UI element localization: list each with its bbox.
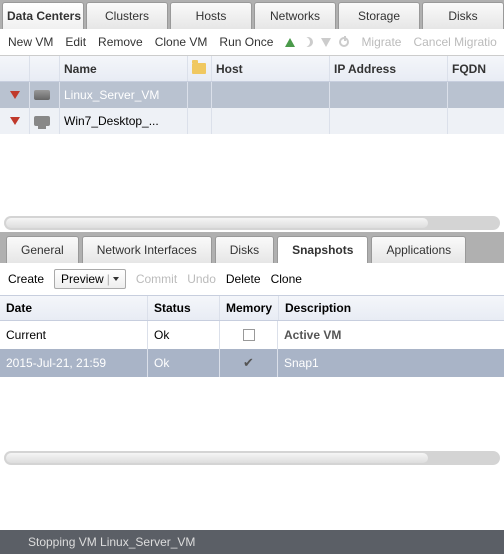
col-name[interactable]: Name <box>60 56 188 81</box>
tab-disks-detail[interactable]: Disks <box>215 236 274 263</box>
poweroff-icon <box>339 37 349 47</box>
desktop-icon <box>34 116 50 126</box>
snapshot-grid-header: Date Status Memory Description <box>0 295 504 321</box>
col-host[interactable]: Host <box>212 56 330 81</box>
col-ip[interactable]: IP Address <box>330 56 448 81</box>
horizontal-scrollbar[interactable] <box>4 216 500 230</box>
top-tabs: Data Centers Clusters Hosts Networks Sto… <box>0 0 504 29</box>
edit-button[interactable]: Edit <box>65 35 86 49</box>
vm-grid-header: Name Host IP Address FQDN <box>0 56 504 82</box>
server-icon <box>34 90 50 100</box>
tab-clusters[interactable]: Clusters <box>86 2 168 29</box>
memory-checkbox <box>243 329 255 341</box>
vm-grid: Linux_Server_VM Win7_Desktop_... <box>0 82 504 214</box>
col-description[interactable]: Description <box>279 296 504 320</box>
clone-vm-button[interactable]: Clone VM <box>155 35 208 49</box>
snapshot-row[interactable]: Current Ok Active VM <box>0 321 504 349</box>
tab-general[interactable]: General <box>6 236 79 263</box>
tab-hosts[interactable]: Hosts <box>170 2 252 29</box>
undo-button: Undo <box>187 272 216 286</box>
folder-icon <box>192 63 206 74</box>
cancel-migration-button: Cancel Migratio <box>413 35 496 49</box>
preview-snapshot-button[interactable]: Preview | <box>54 269 126 289</box>
tab-applications[interactable]: Applications <box>371 236 466 263</box>
col-fqdn[interactable]: FQDN <box>448 56 504 81</box>
tab-networks[interactable]: Networks <box>254 2 336 29</box>
tab-network-interfaces[interactable]: Network Interfaces <box>82 236 212 263</box>
snapshot-grid: Current Ok Active VM 2015-Jul-21, 21:59 … <box>0 321 504 451</box>
remove-button[interactable]: Remove <box>98 35 143 49</box>
snapshot-toolbar: Create Preview | Commit Undo Delete Clon… <box>0 263 504 295</box>
vm-row[interactable]: Linux_Server_VM <box>0 82 504 108</box>
tab-storage[interactable]: Storage <box>338 2 420 29</box>
run-icon[interactable] <box>285 38 295 47</box>
status-bar: Stopping VM Linux_Server_VM <box>0 530 504 554</box>
tab-disks[interactable]: Disks <box>422 2 504 29</box>
detail-tabs: General Network Interfaces Disks Snapsho… <box>6 236 504 263</box>
migrate-button: Migrate <box>361 35 401 49</box>
commit-button: Commit <box>136 272 177 286</box>
suspend-icon <box>303 37 313 47</box>
shutdown-icon <box>321 38 331 47</box>
clone-snapshot-button[interactable]: Clone <box>271 272 302 286</box>
tab-snapshots[interactable]: Snapshots <box>277 236 368 263</box>
col-status[interactable]: Status <box>148 296 220 320</box>
new-vm-button[interactable]: New VM <box>8 35 53 49</box>
run-once-button[interactable]: Run Once <box>219 35 273 49</box>
vm-name: Win7_Desktop_... <box>60 108 188 134</box>
col-memory[interactable]: Memory <box>220 296 279 320</box>
status-down-icon <box>10 117 20 125</box>
col-date[interactable]: Date <box>0 296 148 320</box>
delete-snapshot-button[interactable]: Delete <box>226 272 261 286</box>
status-down-icon <box>10 91 20 99</box>
create-snapshot-button[interactable]: Create <box>8 272 44 286</box>
vm-toolbar: New VM Edit Remove Clone VM Run Once Mig… <box>0 29 504 56</box>
vm-name: Linux_Server_VM <box>60 82 188 108</box>
snapshot-row[interactable]: 2015-Jul-21, 21:59 Ok ✔ Snap1 <box>0 349 504 377</box>
dropdown-icon <box>113 277 119 281</box>
check-icon: ✔ <box>243 355 254 371</box>
horizontal-scrollbar[interactable] <box>4 451 500 465</box>
tab-data-centers[interactable]: Data Centers <box>2 2 84 29</box>
vm-row[interactable]: Win7_Desktop_... <box>0 108 504 134</box>
